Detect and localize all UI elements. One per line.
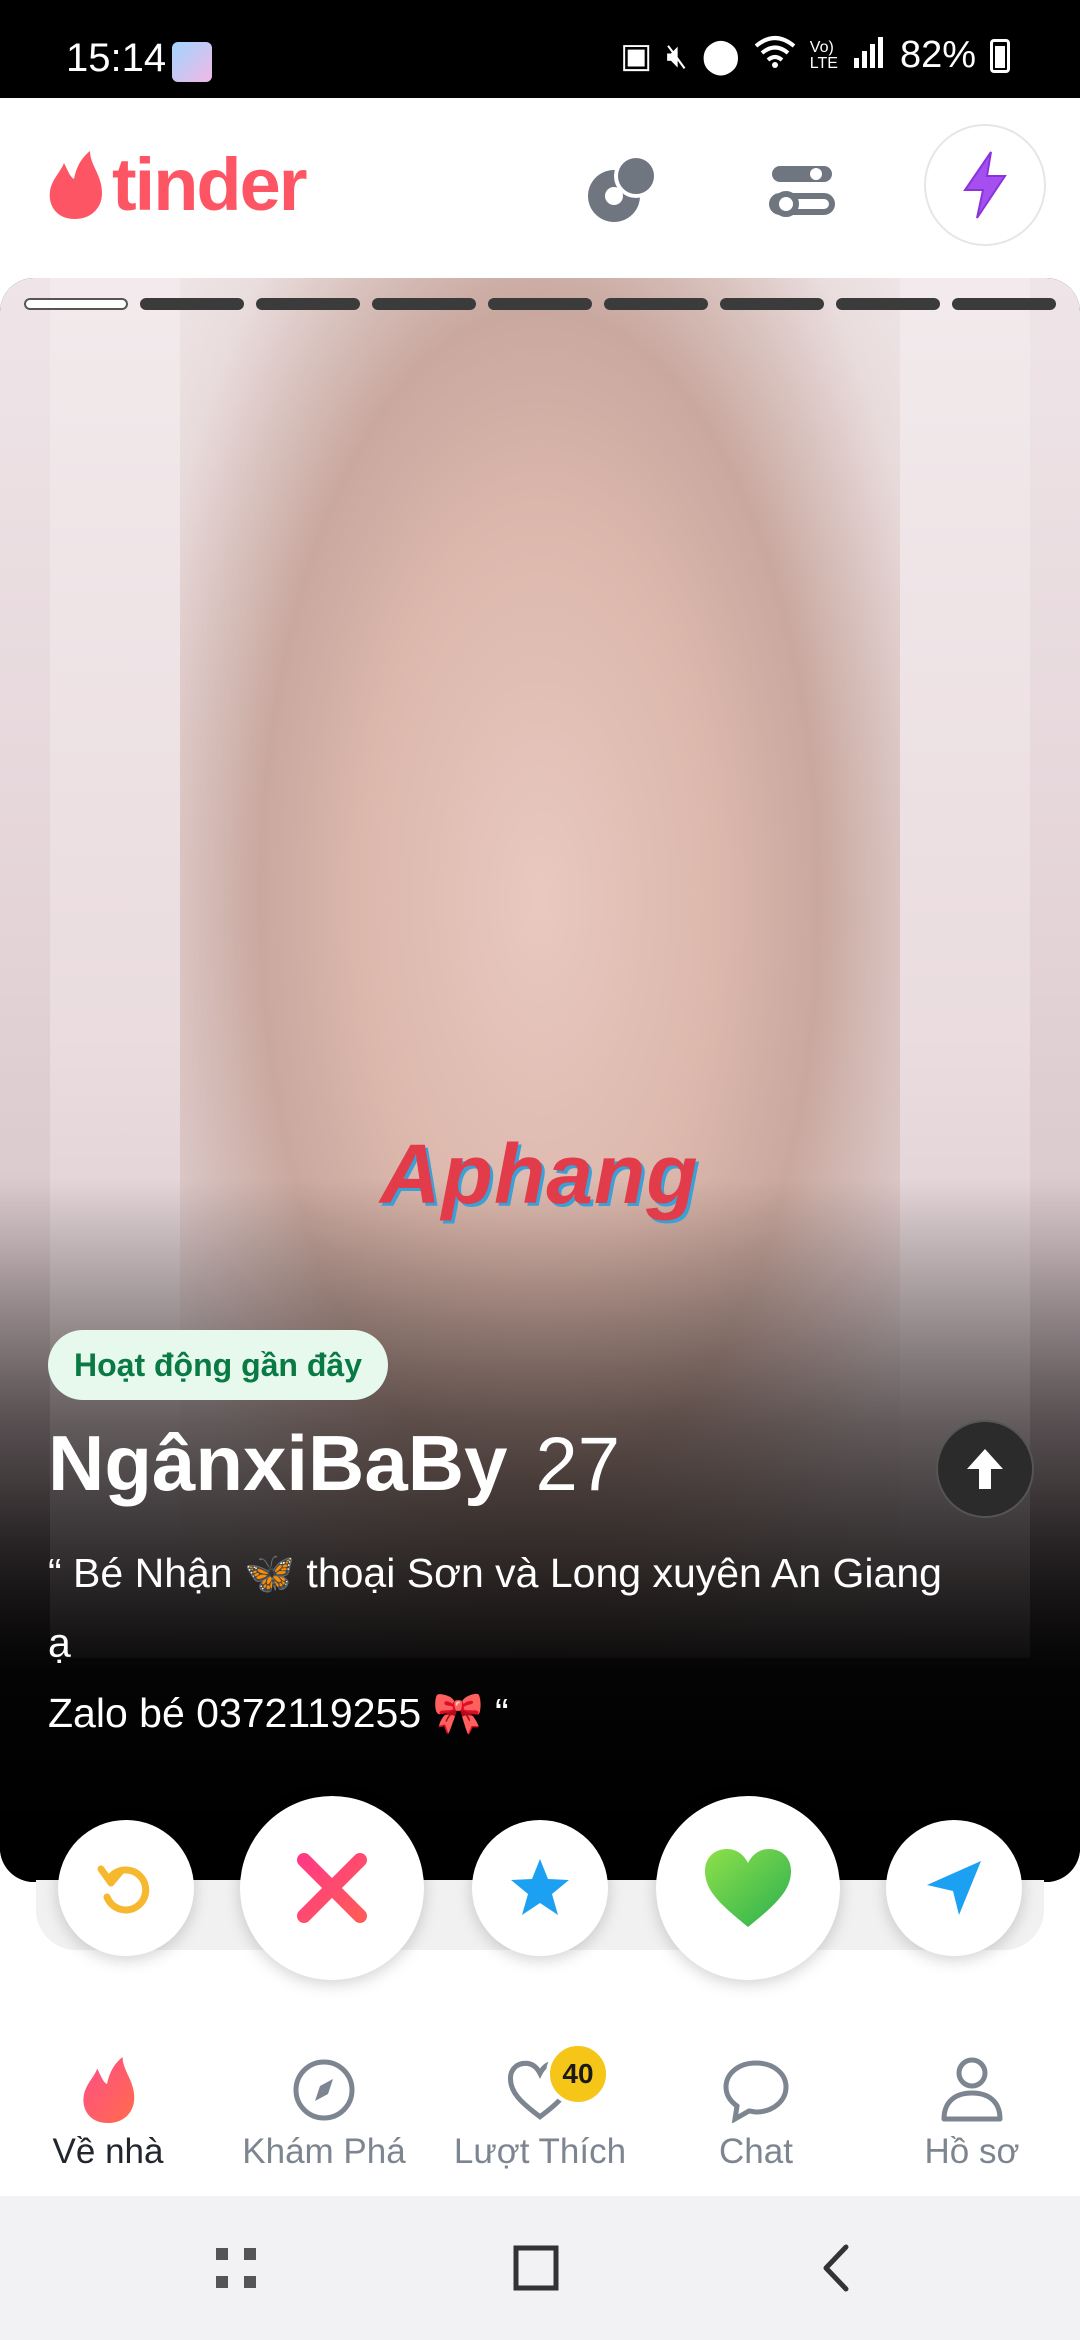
home-button[interactable] bbox=[500, 2232, 572, 2304]
mute-icon: 🔇︎ bbox=[666, 36, 688, 75]
back-icon bbox=[823, 2244, 849, 2292]
recent-apps-icon bbox=[216, 2248, 256, 2288]
tinder-logo[interactable]: tinder bbox=[46, 142, 308, 227]
photo-progress-segment[interactable] bbox=[604, 298, 708, 310]
filter-settings-icon bbox=[769, 166, 835, 217]
photo-gradient-overlay bbox=[0, 1178, 1080, 1882]
rewind-icon bbox=[97, 1865, 150, 1914]
super-like-button[interactable] bbox=[472, 1820, 608, 1956]
app-header: tinder bbox=[0, 98, 1080, 280]
bio-line: ạ bbox=[48, 1620, 71, 1666]
gallery-notification-icon bbox=[172, 42, 212, 82]
arrow-up-icon bbox=[967, 1449, 1003, 1489]
profile-bio: “ Bé Nhận 🦋 thoại Sơn và Long xuyên An G… bbox=[48, 1538, 1038, 1748]
like-button[interactable] bbox=[656, 1796, 840, 1980]
nav-label: Về nhà bbox=[52, 2132, 164, 2171]
photo-progress-segment[interactable] bbox=[372, 298, 476, 310]
profile-card[interactable]: Aphang Hoạt động gần đây NgânxiBaBy 27 “… bbox=[0, 278, 1080, 1882]
status-time: 15:14 bbox=[66, 36, 167, 80]
nav-label: Hồ sơ bbox=[924, 2132, 1020, 2171]
photo-progress-segment[interactable] bbox=[140, 298, 244, 310]
nope-icon bbox=[297, 1853, 367, 1923]
likes-heart-icon: 40 bbox=[500, 2042, 610, 2130]
bio-line: Zalo bé 0372119255 🎀 “ bbox=[48, 1690, 509, 1736]
like-icon bbox=[705, 1849, 791, 1927]
photo-watermark: Aphang bbox=[380, 1127, 699, 1221]
photo-progress-segment[interactable] bbox=[256, 298, 360, 310]
profile-icon bbox=[932, 2050, 1012, 2130]
system-navigation-bar bbox=[0, 2196, 1080, 2340]
rewind-button[interactable] bbox=[58, 1820, 194, 1956]
battery-saver-icon: ▣ bbox=[620, 36, 653, 75]
photo-progress-bar[interactable] bbox=[24, 298, 1056, 310]
signal-icon bbox=[852, 34, 886, 77]
open-profile-button[interactable] bbox=[936, 1420, 1034, 1518]
photo-progress-segment[interactable] bbox=[952, 298, 1056, 310]
location-icon: ⬤ bbox=[701, 36, 740, 75]
double-date-button[interactable] bbox=[566, 132, 682, 248]
photo-progress-segment[interactable] bbox=[24, 298, 128, 310]
photo-progress-segment[interactable] bbox=[836, 298, 940, 310]
nav-likes[interactable]: 40 Lượt Thích bbox=[432, 2012, 648, 2196]
chat-bubble-icon bbox=[716, 2050, 796, 2130]
nope-button[interactable] bbox=[240, 1796, 424, 1980]
logo-text: tinder bbox=[112, 143, 308, 226]
flame-logo-icon bbox=[49, 150, 102, 219]
battery-icon bbox=[990, 38, 1010, 73]
status-icons: ▣ 🔇︎ ⬤ Vo) LTE 82% bbox=[620, 34, 1010, 77]
recent-apps-button[interactable] bbox=[200, 2232, 272, 2304]
explore-compass-icon bbox=[284, 2050, 364, 2130]
nav-label: Chat bbox=[719, 2132, 793, 2171]
home-flame-icon bbox=[68, 2050, 148, 2130]
filter-settings-button[interactable] bbox=[744, 132, 860, 248]
profile-age: 27 bbox=[535, 1422, 621, 1507]
super-like-icon bbox=[511, 1859, 569, 1915]
photo-progress-segment[interactable] bbox=[488, 298, 592, 310]
bottom-navigation: Về nhà Khám Phá 40 Lượt Thích Chat Hồ sơ bbox=[0, 2012, 1080, 2196]
nav-chat[interactable]: Chat bbox=[648, 2012, 864, 2196]
name-age-row: NgânxiBaBy 27 bbox=[48, 1418, 620, 1509]
photo-progress-segment[interactable] bbox=[720, 298, 824, 310]
boost-send-icon bbox=[927, 1861, 981, 1915]
boost-icon bbox=[963, 151, 1007, 219]
send-message-button[interactable] bbox=[886, 1820, 1022, 1956]
nav-label: Lượt Thích bbox=[453, 2132, 627, 2171]
wifi-icon bbox=[754, 34, 796, 77]
status-bar: 15:14 ▣ 🔇︎ ⬤ Vo) LTE 82% bbox=[0, 0, 1080, 98]
boost-button[interactable] bbox=[924, 124, 1046, 246]
recently-active-badge: Hoạt động gần đây bbox=[48, 1330, 388, 1400]
home-square-icon bbox=[513, 2245, 559, 2291]
nav-label: Khám Phá bbox=[242, 2132, 406, 2171]
bio-line: “ Bé Nhận 🦋 thoại Sơn và Long xuyên An G… bbox=[48, 1550, 942, 1596]
nav-explore[interactable]: Khám Phá bbox=[216, 2012, 432, 2196]
likes-count-badge: 40 bbox=[546, 2042, 610, 2106]
nav-home[interactable]: Về nhà bbox=[0, 2012, 216, 2196]
volte-icon: Vo) LTE bbox=[809, 38, 838, 72]
battery-percent: 82% bbox=[899, 34, 976, 76]
nav-profile[interactable]: Hồ sơ bbox=[864, 2012, 1080, 2196]
profile-name: NgânxiBaBy bbox=[48, 1419, 508, 1507]
back-button[interactable] bbox=[800, 2232, 872, 2304]
double-date-icon bbox=[588, 154, 658, 222]
